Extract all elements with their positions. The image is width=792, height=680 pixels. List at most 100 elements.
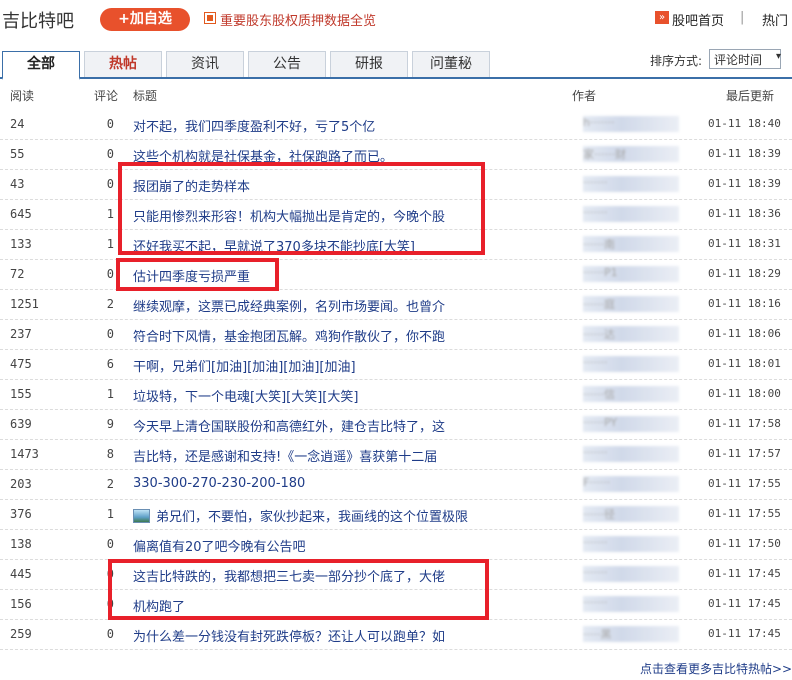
author-name[interactable]: ······PY: [583, 416, 679, 432]
read-count: 203: [10, 477, 32, 491]
highlight-box: [116, 258, 279, 291]
post-title-link[interactable]: 符合时下风情，基金抱团瓦解。鸡狗作散伙了，你不跑: [133, 326, 445, 345]
author-name[interactable]: ·······: [583, 356, 679, 372]
author-name[interactable]: h·······: [583, 116, 679, 132]
last-updated: 01-11 18:01: [708, 357, 781, 370]
hot-link[interactable]: 热门: [762, 10, 788, 29]
read-count: 24: [10, 117, 25, 131]
comment-count: 0: [106, 267, 114, 281]
author-name[interactable]: ·······: [583, 536, 679, 552]
comment-count: 9: [106, 417, 114, 431]
post-title-link[interactable]: 为什么差一分钱没有封死跌停板？还让人可以跑单？如: [133, 626, 445, 645]
add-watchlist-button[interactable]: +加自选: [100, 8, 190, 31]
comment-count: 0: [106, 537, 114, 551]
read-count: 155: [10, 387, 32, 401]
read-count: 475: [10, 357, 32, 371]
post-title-text: 今天早上清仓国联股份和高德红外，建仓吉比特了，这: [133, 420, 446, 435]
post-title-link[interactable]: 今天早上清仓国联股份和高德红外，建仓吉比特了，这: [133, 416, 445, 435]
table-row: 1473 8 吉比特，还是感谢和支持!《一念逍遥》喜获第十二届 ······· 01-1…: [0, 439, 792, 470]
post-title-link[interactable]: 偏离值有20了吧今晚有公告吧: [133, 536, 306, 555]
read-count: 259: [10, 627, 32, 641]
last-updated: 01-11 17:57: [708, 447, 781, 460]
highlight-box: [108, 559, 489, 620]
last-updated: 01-11 18:06: [708, 327, 781, 340]
read-count: 156: [10, 597, 32, 611]
guba-home-link[interactable]: 股吧首页: [672, 10, 724, 29]
read-count: 376: [10, 507, 32, 521]
comment-count: 8: [106, 447, 114, 461]
square-icon: [204, 12, 216, 24]
post-title-link[interactable]: 干啊，兄弟们[加油][加油][加油][加油]: [133, 356, 356, 375]
promo-link[interactable]: 重要股东股权质押数据全览: [220, 10, 376, 29]
col-comments: 评论: [94, 89, 119, 103]
read-count: 645: [10, 207, 32, 221]
post-title-link[interactable]: 对不起，我们四季度盈利不好，亏了5个亿: [133, 116, 375, 135]
comment-count: 1: [106, 507, 114, 521]
post-title-link[interactable]: 弟兄们，不要怕，家伙抄起来，我画线的这个位置极限: [133, 506, 468, 525]
comment-count: 1: [106, 387, 114, 401]
comment-count: 2: [106, 477, 114, 491]
author-name[interactable]: ······庭: [583, 296, 679, 312]
author-name[interactable]: F······: [583, 476, 679, 492]
highlight-box: [118, 162, 485, 255]
read-count: 55: [10, 147, 25, 161]
table-row: 259 0 为什么差一分钱没有封死跌停板？还让人可以跑单？如 ·····黑 01-11 …: [0, 619, 792, 650]
post-title-text: 符合时下风情，基金抱团瓦解。鸡狗作散伙了，你不跑: [133, 330, 446, 345]
sort-label: 排序方式:: [650, 54, 703, 68]
read-count: 72: [10, 267, 25, 281]
read-count: 445: [10, 567, 32, 581]
image-icon: [133, 509, 150, 523]
more-hot-posts-link[interactable]: 点击查看更多吉比特热帖>>: [640, 660, 792, 677]
comment-count: 1: [106, 207, 114, 221]
post-title-link[interactable]: 330-300-270-230-200-180: [133, 476, 305, 491]
comment-count: 6: [106, 357, 114, 371]
author-name[interactable]: ······径: [583, 506, 679, 522]
author-name[interactable]: ·······: [583, 176, 679, 192]
last-updated: 01-11 18:39: [708, 147, 781, 160]
comment-count: 0: [106, 327, 114, 341]
tab-all[interactable]: 全部: [2, 51, 80, 80]
author-name[interactable]: ·······: [583, 446, 679, 462]
table-row: 237 0 符合时下风情，基金抱团瓦解。鸡狗作散伙了，你不跑 ······达 01-11…: [0, 319, 792, 350]
table-row: 376 1 弟兄们，不要怕，家伙抄起来，我画线的这个位置极限 ······径 01-11…: [0, 499, 792, 530]
read-count: 138: [10, 537, 32, 551]
comment-count: 2: [106, 297, 114, 311]
col-title: 标题: [133, 89, 158, 103]
post-title-text: 干啊，兄弟们[加油][加油][加油][加油]: [133, 360, 356, 375]
read-count: 639: [10, 417, 32, 431]
post-title-link[interactable]: 继续观摩，这票已成经典案例，名列市场要闻。也曾介: [133, 296, 445, 315]
author-name[interactable]: ······南: [583, 236, 679, 252]
last-updated: 01-11 17:55: [708, 507, 781, 520]
post-title-text: 偏离值有20了吧今晚有公告吧: [133, 540, 306, 555]
post-title-link[interactable]: 吉比特，还是感谢和支持!《一念逍遥》喜获第十二届: [133, 446, 437, 465]
tab-ask-secretary[interactable]: 问董秘: [412, 51, 490, 77]
author-name[interactable]: ······P1: [583, 266, 679, 282]
author-name[interactable]: ·······: [583, 596, 679, 612]
last-updated: 01-11 18:31: [708, 237, 781, 250]
comment-count: 0: [106, 147, 114, 161]
author-name[interactable]: ·······: [583, 206, 679, 222]
tab-announcements[interactable]: 公告: [248, 51, 326, 77]
last-updated: 01-11 17:58: [708, 417, 781, 430]
author-name[interactable]: ······信: [583, 386, 679, 402]
table-row: 24 0 对不起，我们四季度盈利不好，亏了5个亿 h······· 01-11 18:4…: [0, 109, 792, 140]
comment-count: 0: [106, 177, 114, 191]
author-name[interactable]: 家······财: [583, 146, 679, 162]
post-title-link[interactable]: 垃圾特，下一个电魂[大笑][大笑][大笑]: [133, 386, 358, 405]
post-title-text: 垃圾特，下一个电魂[大笑][大笑][大笑]: [133, 390, 359, 405]
tab-news[interactable]: 资讯: [166, 51, 244, 77]
col-read: 阅读: [10, 89, 35, 103]
sort-select[interactable]: 评论时间: [709, 49, 781, 69]
chevron-down-icon[interactable]: ▾: [776, 51, 781, 62]
col-author: 作者: [572, 89, 597, 103]
last-updated: 01-11 17:45: [708, 597, 781, 610]
author-name[interactable]: ·····黑: [583, 626, 679, 642]
author-name[interactable]: ······达: [583, 326, 679, 342]
comment-count: 0: [106, 117, 114, 131]
post-title-text: 吉比特，还是感谢和支持!《一念逍遥》喜获第十二届: [133, 450, 438, 465]
tab-hot[interactable]: 热帖: [84, 51, 162, 77]
post-title-text: 330-300-270-230-200-180: [133, 476, 306, 491]
bar-title[interactable]: 吉比特吧: [0, 7, 74, 33]
author-name[interactable]: ·······: [583, 566, 679, 582]
tab-research[interactable]: 研报: [330, 51, 408, 77]
